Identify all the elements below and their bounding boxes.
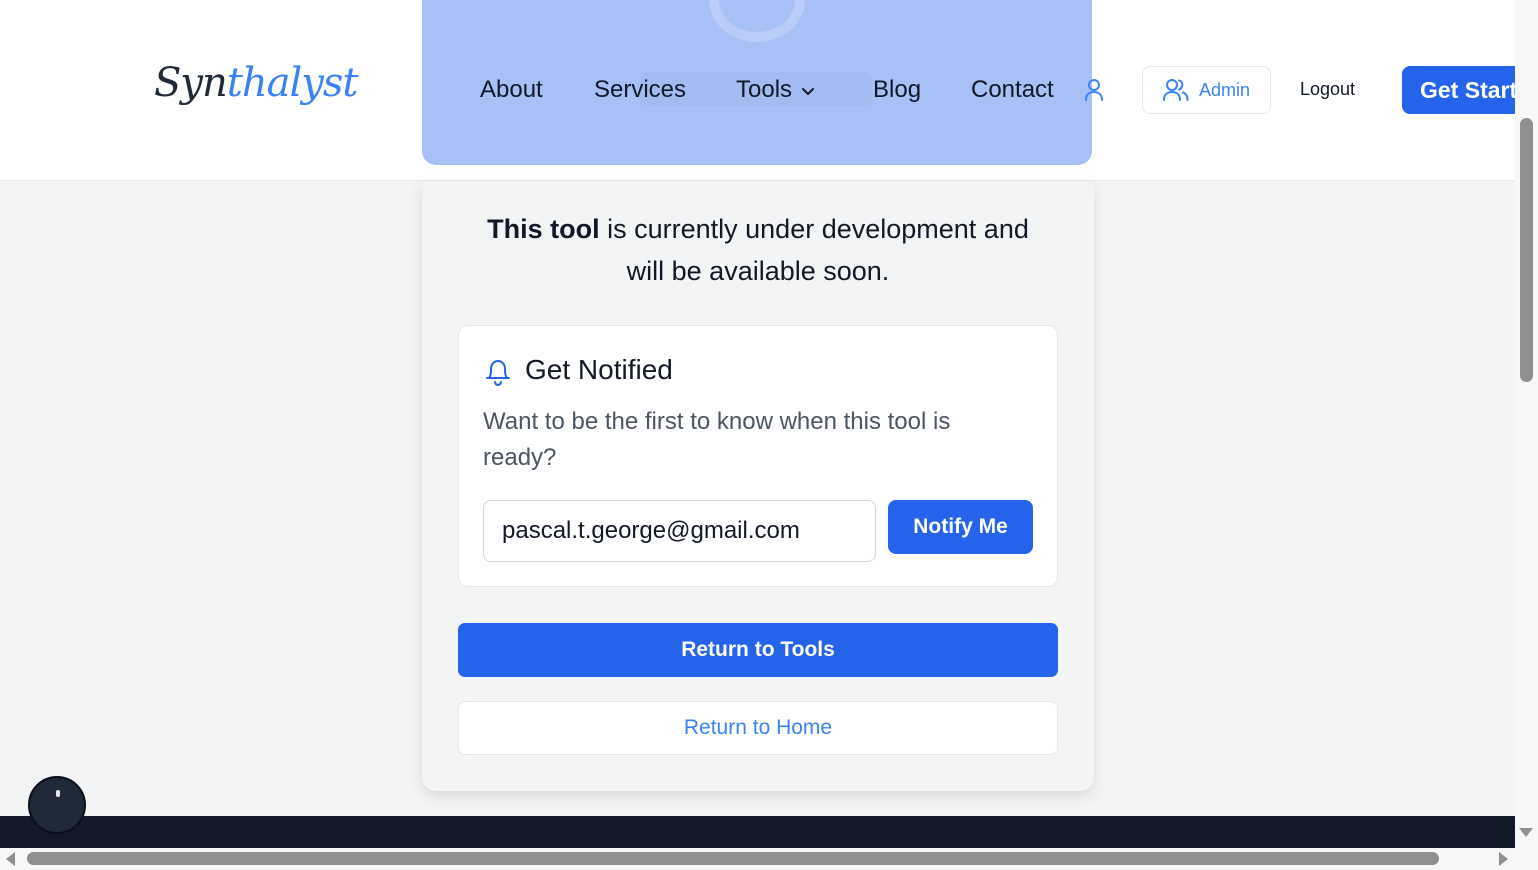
get-started-button[interactable]: Get Started <box>1402 66 1515 114</box>
horizontal-scroll-thumb[interactable] <box>27 852 1439 865</box>
site-footer <box>0 816 1515 848</box>
notify-title: Get Notified <box>525 354 673 385</box>
floating-action-button[interactable] <box>28 776 86 834</box>
chevron-down-icon <box>802 87 815 95</box>
email-field[interactable] <box>483 500 876 562</box>
scroll-right-arrow-icon[interactable] <box>1499 852 1508 866</box>
users-icon <box>1162 79 1189 101</box>
coming-soon-card: This tool is currently under development… <box>422 181 1094 791</box>
notify-description: Want to be the first to know when this t… <box>483 408 951 471</box>
nav-about[interactable]: About <box>480 76 543 104</box>
vertical-scroll-thumb[interactable] <box>1520 118 1533 382</box>
return-to-home-button[interactable]: Return to Home <box>458 701 1058 755</box>
notify-panel: Get Notified Want to be the first to kno… <box>458 325 1058 587</box>
admin-label: Admin <box>1198 79 1251 100</box>
description-line2: will be available soon. <box>626 256 890 286</box>
description-bold: This tool <box>487 214 600 244</box>
user-icon[interactable] <box>1083 78 1105 102</box>
page-viewport: Synthalyst About Services Tools Blog Con… <box>0 0 1515 848</box>
nav-contact[interactable]: Contact <box>971 76 1054 104</box>
scroll-down-arrow-icon[interactable] <box>1519 828 1533 837</box>
bell-icon <box>486 360 510 387</box>
horizontal-scrollbar[interactable] <box>0 848 1538 870</box>
nav-tools-label: Tools <box>736 76 793 103</box>
nav-services[interactable]: Services <box>594 76 686 104</box>
logout-link[interactable]: Logout <box>1300 79 1355 100</box>
logo-part-2: thalyst <box>226 60 359 106</box>
notify-me-button[interactable]: Notify Me <box>888 500 1033 554</box>
vertical-scrollbar[interactable] <box>1515 0 1538 848</box>
site-logo[interactable]: Synthalyst <box>154 60 359 106</box>
logo-part-1: Syn <box>154 60 228 106</box>
nav-tools[interactable]: Tools <box>736 76 816 104</box>
floating-button-mark <box>56 790 60 797</box>
site-header: Synthalyst About Services Tools Blog Con… <box>0 0 1515 181</box>
admin-button[interactable]: Admin <box>1142 66 1271 114</box>
nav-blog[interactable]: Blog <box>873 76 921 104</box>
return-to-tools-button[interactable]: Return to Tools <box>458 623 1058 677</box>
description-line1: is currently under development and <box>599 214 1029 244</box>
scroll-left-arrow-icon[interactable] <box>6 852 15 866</box>
description: This tool is currently under development… <box>422 208 1094 292</box>
